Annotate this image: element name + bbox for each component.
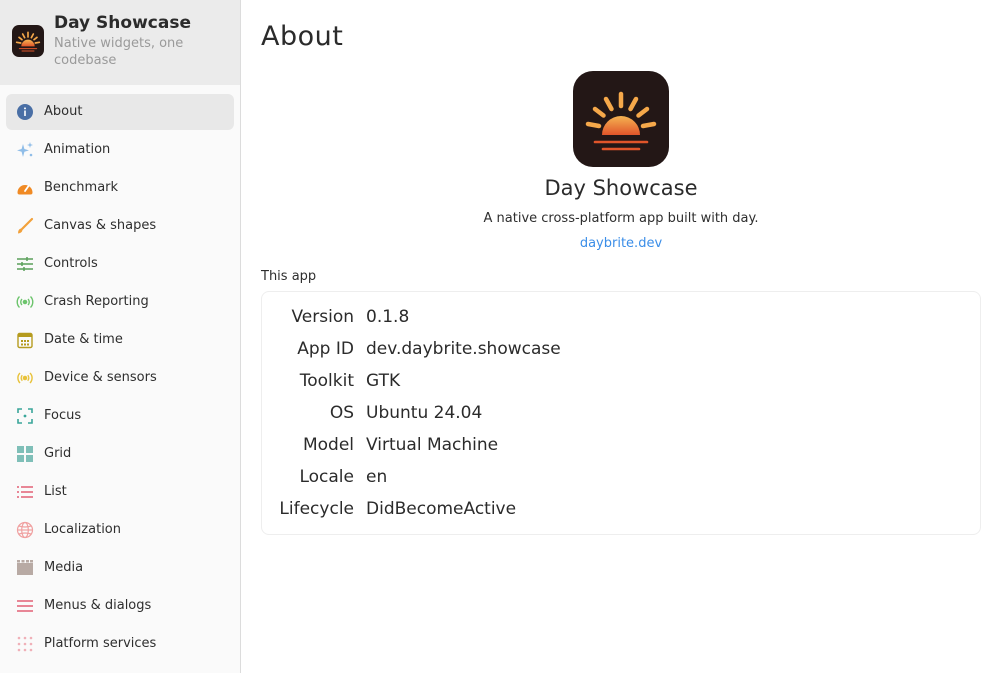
app-name: Day Showcase (544, 176, 698, 200)
app-logo-icon (12, 25, 44, 57)
info-row-version: Version 0.1.8 (262, 292, 962, 327)
sidebar-title: Day Showcase (54, 13, 191, 33)
globe-icon (16, 521, 34, 539)
menu-icon (16, 597, 34, 615)
website-link[interactable]: daybrite.dev (241, 236, 981, 251)
list-icon (16, 483, 34, 501)
speedometer-icon (16, 179, 34, 197)
info-key: Lifecycle (279, 499, 354, 519)
brush-icon (16, 217, 34, 235)
sidebar-item-label: Benchmark (44, 180, 119, 195)
sidebar-item-label: List (44, 484, 67, 499)
info-row-toolkit: Toolkit GTK (262, 356, 962, 391)
sidebar-item-grid[interactable]: Grid (6, 436, 234, 472)
page-title: About (261, 21, 344, 52)
sliders-icon (16, 255, 34, 273)
sidebar-item-device-sensors[interactable]: Device & sensors (6, 360, 234, 396)
grid-icon (16, 445, 34, 463)
broadcast-icon (16, 293, 34, 311)
film-icon (16, 559, 34, 577)
sidebar-item-label: Media (44, 560, 84, 575)
sidebar-item-menus-dialogs[interactable]: Menus & dialogs (6, 588, 234, 624)
sidebar-item-media[interactable]: Media (6, 550, 234, 586)
sidebar-item-label: Platform services (44, 636, 157, 651)
sidebar-item-label: About (44, 104, 83, 119)
sidebar-item-platform-services[interactable]: Platform services (6, 626, 234, 662)
sparkles-icon (16, 141, 34, 159)
sidebar-item-label: Canvas & shapes (44, 218, 157, 233)
sidebar-item-date-time[interactable]: Date & time (6, 322, 234, 358)
info-row-locale: Locale en (262, 452, 962, 487)
sidebar-item-label: Device & sensors (44, 370, 157, 385)
app-logo-large-icon (573, 71, 669, 167)
sidebar-item-label: Localization (44, 522, 121, 537)
app-info-card: Version 0.1.8 App ID dev.daybrite.showca… (261, 291, 981, 535)
info-value: DidBecomeActive (366, 499, 517, 519)
sidebar-item-label: Crash Reporting (44, 294, 149, 309)
sidebar: Day Showcase Native widgets, one codebas… (0, 0, 241, 673)
sensor-icon (16, 369, 34, 387)
sidebar-item-localization[interactable]: Localization (6, 512, 234, 548)
sidebar-item-list[interactable]: List (6, 474, 234, 510)
sidebar-item-label: Focus (44, 408, 82, 423)
info-row-app-id: App ID dev.daybrite.showcase (262, 324, 962, 359)
sidebar-item-label: Menus & dialogs (44, 598, 152, 613)
sidebar-header: Day Showcase Native widgets, one codebas… (0, 0, 240, 85)
sidebar-subtitle: Native widgets, one codebase (54, 36, 184, 68)
sidebar-item-crash-reporting[interactable]: Crash Reporting (6, 284, 234, 320)
sidebar-item-label: Animation (44, 142, 111, 157)
app-description: A native cross-platform app built with d… (483, 211, 759, 226)
sidebar-item-label: Controls (44, 256, 98, 271)
sidebar-item-focus[interactable]: Focus (6, 398, 234, 434)
main-content: About Day Showcase A native cross-platfo… (241, 0, 981, 673)
focus-icon (16, 407, 34, 425)
section-label: This app (261, 269, 317, 284)
sidebar-item-animation[interactable]: Animation (6, 132, 234, 168)
sidebar-item-canvas-shapes[interactable]: Canvas & shapes (6, 208, 234, 244)
info-row-model: Model Virtual Machine (262, 420, 962, 455)
sidebar-nav: About Animation Benchmark Canvas & shape… (6, 94, 234, 664)
sidebar-item-benchmark[interactable]: Benchmark (6, 170, 234, 206)
calendar-icon (16, 331, 34, 349)
sidebar-item-about[interactable]: About (6, 94, 234, 130)
sidebar-item-controls[interactable]: Controls (6, 246, 234, 282)
info-row-os: OS Ubuntu 24.04 (262, 388, 962, 423)
info-icon (16, 103, 34, 121)
info-row-lifecycle: Lifecycle DidBecomeActive (262, 484, 962, 519)
sidebar-item-label: Grid (44, 446, 72, 461)
sidebar-item-label: Date & time (44, 332, 123, 347)
dots-grid-icon (16, 635, 34, 653)
